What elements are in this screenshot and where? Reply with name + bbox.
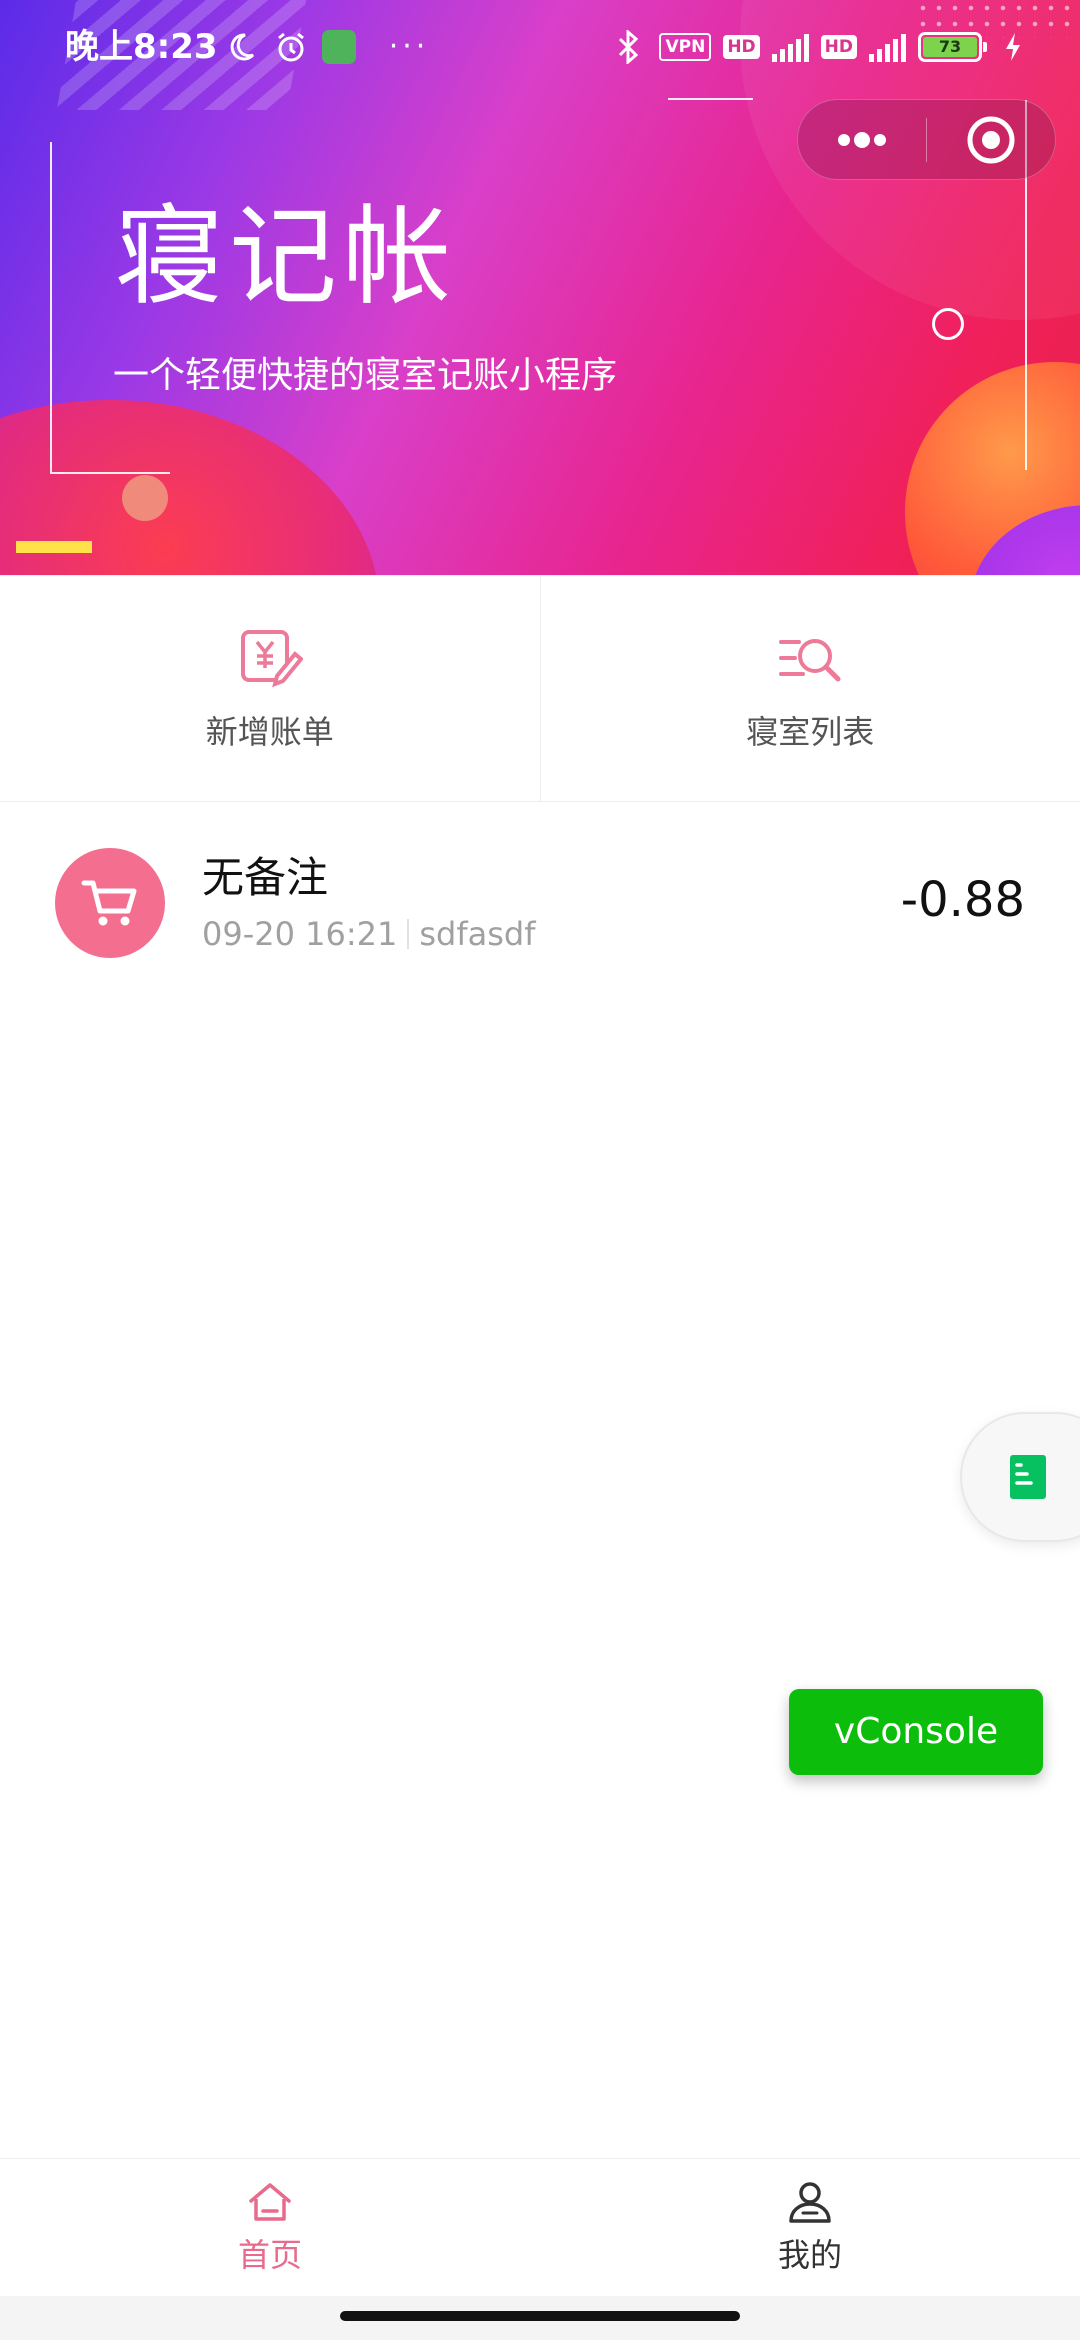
- banner-yellow-bar: [16, 541, 92, 553]
- hd-badge-1: HD: [723, 35, 760, 59]
- status-bar: 晚上8:23 ··· VPN HD HD 73: [0, 0, 1080, 95]
- banner-ring: [932, 308, 964, 340]
- banner-blob-right-purple: [970, 505, 1080, 575]
- vpn-badge: VPN: [659, 33, 712, 61]
- charging-icon: [994, 28, 1032, 66]
- home-icon: [249, 2183, 291, 2221]
- home-indicator[interactable]: [340, 2311, 740, 2321]
- target-close-icon: [967, 116, 1015, 163]
- action-grid: 新增账单 寝室列表: [0, 575, 1080, 802]
- tab-mine[interactable]: 我的: [540, 2159, 1080, 2296]
- battery-level: 73: [923, 37, 977, 57]
- bill-category-avatar: [55, 848, 165, 958]
- bill-meta: 09-20 16:21 sdfasdf: [202, 914, 535, 954]
- add-bill-label: 新增账单: [205, 713, 334, 751]
- status-icons-right: VPN HD HD 73: [609, 28, 1032, 66]
- shopping-cart-icon: [81, 880, 137, 926]
- app-title: 寝记帐: [115, 195, 458, 320]
- search-list-icon: [779, 639, 841, 682]
- bill-list: 无备注 09-20 16:21 sdfasdf -0.88: [0, 802, 1080, 1002]
- meta-separator: [407, 919, 410, 949]
- user-icon: [789, 2182, 831, 2223]
- tab-home-label: 首页: [237, 2236, 302, 2274]
- more-dots-icon: ···: [388, 29, 430, 64]
- vconsole-button[interactable]: vConsole: [789, 1689, 1043, 1775]
- bill-title: 无备注: [202, 853, 329, 902]
- add-bill-icon: [240, 630, 303, 688]
- status-icons-left: ···: [222, 28, 428, 66]
- moon-icon: [222, 28, 260, 66]
- document-icon: [1010, 1455, 1046, 1499]
- signal-icon-2: [869, 32, 906, 62]
- floating-document-button[interactable]: [960, 1412, 1080, 1542]
- bill-dorm: sdfasdf: [419, 915, 536, 953]
- dorm-list-label: 寝室列表: [746, 713, 875, 751]
- banner-small-dot: [122, 475, 168, 521]
- miniprogram-capsule: [797, 99, 1056, 180]
- capsule-more-button[interactable]: [798, 99, 926, 180]
- status-time: 晚上8:23: [65, 27, 218, 67]
- list-item[interactable]: 无备注 09-20 16:21 sdfasdf -0.88: [0, 802, 1080, 1002]
- app-subtitle: 一个轻便快捷的寝室记账小程序: [113, 355, 618, 396]
- app-screen: 寝记帐 一个轻便快捷的寝室记账小程序 晚上8:23 ··· VPN HD HD: [0, 0, 1080, 2340]
- battery-icon: 73: [918, 32, 987, 62]
- hd-badge-2: HD: [820, 35, 857, 59]
- app-notification-icon: [322, 30, 356, 64]
- bluetooth-icon: [609, 28, 647, 66]
- bill-time: 09-20 16:21: [202, 915, 398, 953]
- banner-blob-left: [0, 400, 380, 575]
- tab-mine-label: 我的: [777, 2236, 842, 2274]
- more-dots-icon: [838, 131, 886, 148]
- tab-bar: 首页 我的: [0, 2158, 1080, 2296]
- signal-icon-1: [771, 32, 809, 62]
- banner-blob-right-orange: [905, 362, 1080, 575]
- dorm-list-button[interactable]: 寝室列表: [539, 576, 1080, 801]
- banner-frame-top: [668, 98, 753, 100]
- tab-home[interactable]: 首页: [0, 2159, 540, 2296]
- bill-amount: -0.88: [900, 872, 1025, 928]
- alarm-icon: [272, 28, 310, 66]
- capsule-close-button[interactable]: [927, 99, 1055, 180]
- add-bill-button[interactable]: 新增账单: [0, 576, 540, 801]
